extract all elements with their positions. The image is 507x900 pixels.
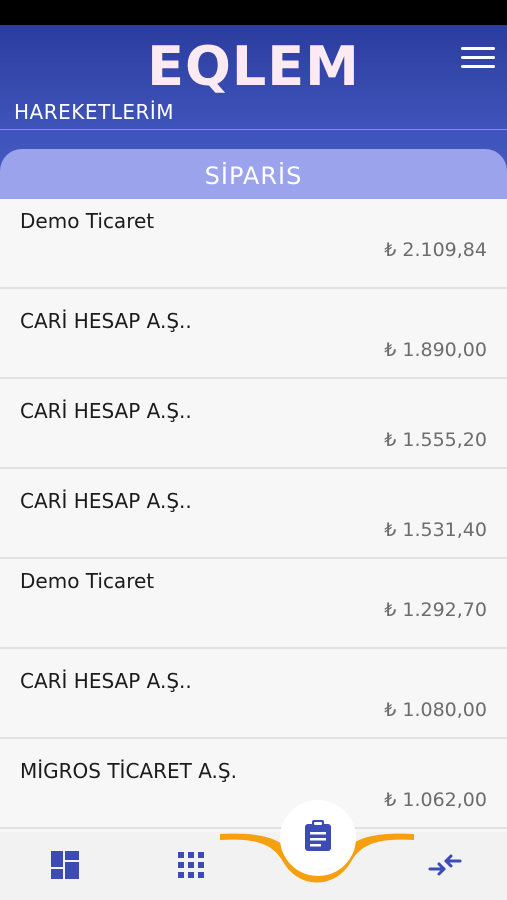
hamburger-menu-icon[interactable] — [461, 47, 495, 73]
order-amount: ₺ 1.292,70 — [384, 599, 487, 621]
list-item[interactable]: CARİ HESAP A.Ş.. ₺ 1.555,20 — [0, 379, 507, 469]
customer-name: MİGROS TİCARET A.Ş. — [20, 759, 237, 783]
page-title: HAREKETLERİM — [14, 100, 175, 124]
list-item[interactable]: CARİ HESAP A.Ş.. ₺ 1.890,00 — [0, 289, 507, 379]
status-bar — [0, 0, 507, 25]
customer-name: CARİ HESAP A.Ş.. — [20, 489, 192, 513]
header-divider — [0, 129, 507, 130]
order-amount: ₺ 1.531,40 — [384, 519, 487, 541]
order-amount: ₺ 2.109,84 — [384, 239, 487, 261]
list-item[interactable]: CARİ HESAP A.Ş.. ₺ 1.531,40 — [0, 469, 507, 559]
list-item[interactable]: MİGROS TİCARET A.Ş. ₺ 1.062,00 — [0, 739, 507, 829]
tab-label: SİPARİS — [204, 162, 303, 190]
customer-name: CARİ HESAP A.Ş.. — [20, 399, 192, 423]
order-list[interactable]: Demo Ticaret ₺ 2.109,84 CARİ HESAP A.Ş..… — [0, 199, 507, 832]
order-amount: ₺ 1.890,00 — [384, 339, 487, 361]
customer-name: CARİ HESAP A.Ş.. — [20, 309, 192, 333]
list-item[interactable]: Demo Ticaret ₺ 1.292,70 — [0, 559, 507, 649]
customer-name: CARİ HESAP A.Ş.. — [20, 669, 192, 693]
app-logo: EQLEM — [147, 35, 360, 98]
customer-name: Demo Ticaret — [20, 209, 155, 233]
list-item[interactable]: CARİ HESAP A.Ş.. ₺ 1.080,00 — [0, 649, 507, 739]
bottom-navigation — [0, 832, 507, 900]
list-item[interactable]: Demo Ticaret ₺ 2.109,84 — [0, 199, 507, 289]
tab-siparis[interactable]: SİPARİS — [0, 149, 507, 199]
order-amount: ₺ 1.555,20 — [384, 429, 487, 451]
transfer-icon[interactable] — [428, 852, 462, 882]
order-amount: ₺ 1.062,00 — [384, 789, 487, 811]
order-amount: ₺ 1.080,00 — [384, 699, 487, 721]
clipboard-button[interactable] — [280, 800, 356, 876]
customer-name: Demo Ticaret — [20, 569, 155, 593]
dashboard-icon[interactable] — [50, 850, 80, 880]
grid-icon[interactable] — [176, 850, 206, 880]
clipboard-icon — [305, 820, 331, 851]
